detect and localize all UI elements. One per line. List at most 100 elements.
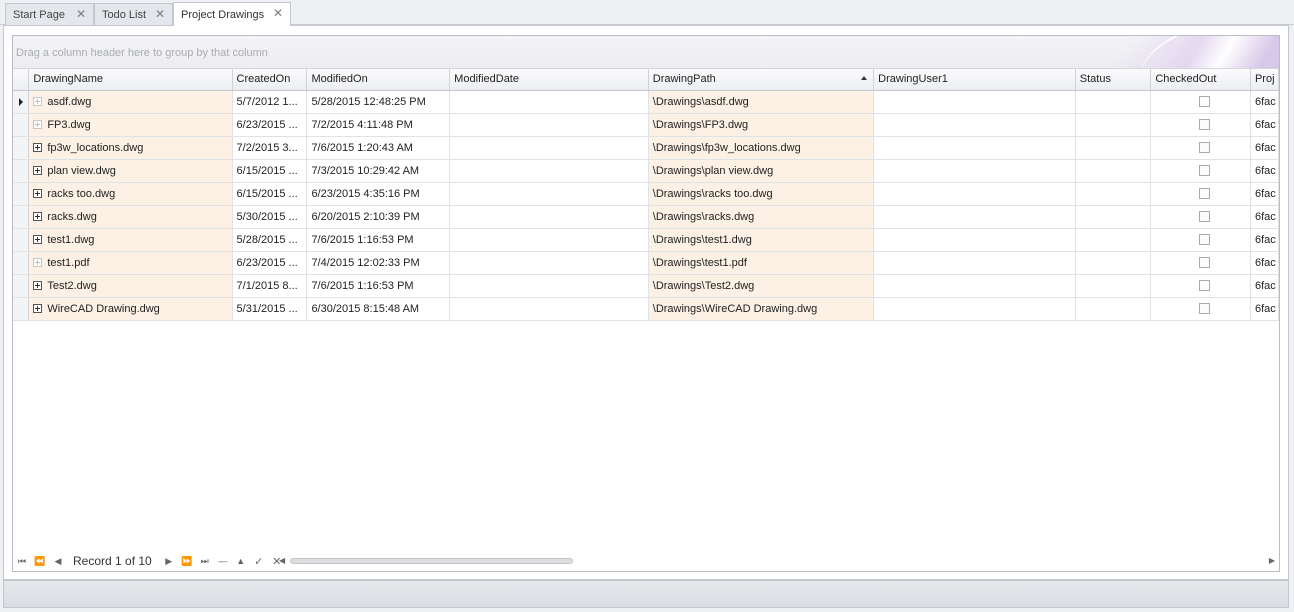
cell-status[interactable] <box>1075 251 1152 275</box>
cell-status[interactable] <box>1075 159 1152 183</box>
cell-modifiedon[interactable]: 7/6/2015 1:16:53 PM <box>306 228 451 252</box>
cell-drawingname[interactable]: test1.dwg <box>28 228 233 252</box>
cell-createdon[interactable]: 6/23/2015 ... <box>232 251 308 275</box>
next-record-icon[interactable]: ▶ <box>160 556 178 567</box>
tab-project-drawings[interactable]: Project Drawings ✕ <box>173 2 291 26</box>
row-indicator[interactable] <box>13 297 30 321</box>
checkbox[interactable] <box>1199 142 1211 153</box>
cell-proj[interactable]: 6fac <box>1250 136 1279 160</box>
cell-drawingname[interactable]: racks.dwg <box>28 205 233 229</box>
cell-createdon[interactable]: 5/31/2015 ... <box>232 297 308 321</box>
cell-drawinguser1[interactable] <box>873 297 1076 321</box>
checkbox[interactable] <box>1199 234 1211 245</box>
last-record-icon[interactable]: ⏭ <box>196 556 214 567</box>
cell-drawingname[interactable]: Test2.dwg <box>28 274 233 298</box>
cell-checkedout[interactable] <box>1150 90 1251 114</box>
checkbox[interactable] <box>1199 119 1211 130</box>
cell-createdon[interactable]: 6/15/2015 ... <box>232 182 308 206</box>
cell-checkedout[interactable] <box>1150 297 1251 321</box>
cell-drawingname[interactable]: racks too.dwg <box>28 182 233 206</box>
previous-page-icon[interactable]: ⏪ <box>31 556 49 567</box>
cell-drawingname[interactable]: plan view.dwg <box>28 159 233 183</box>
cell-createdon[interactable]: 6/23/2015 ... <box>232 113 308 137</box>
cell-modifiedon[interactable]: 7/2/2015 4:11:48 PM <box>306 113 451 137</box>
cell-drawinguser1[interactable] <box>873 159 1076 183</box>
cell-checkedout[interactable] <box>1150 274 1251 298</box>
table-row[interactable]: racks too.dwg 6/15/2015 ... 6/23/2015 4:35… <box>13 182 1279 206</box>
cell-drawingpath[interactable]: \Drawings\asdf.dwg <box>648 90 875 114</box>
table-row[interactable]: racks.dwg 5/30/2015 ... 6/20/2015 2:10:39 … <box>13 205 1279 229</box>
expand-icon[interactable] <box>33 211 43 221</box>
checkbox[interactable] <box>1199 280 1211 291</box>
row-indicator[interactable] <box>13 159 30 183</box>
next-page-icon[interactable]: ⏩ <box>178 556 196 567</box>
append-record-icon[interactable]: ▲ <box>232 556 250 566</box>
cell-drawinguser1[interactable] <box>873 136 1076 160</box>
first-record-icon[interactable]: ⏮ <box>13 556 31 567</box>
close-icon[interactable]: ✕ <box>155 8 165 20</box>
cell-proj[interactable]: 6fac <box>1250 297 1279 321</box>
cell-drawingname[interactable]: FP3.dwg <box>28 113 233 137</box>
cell-modifiedon[interactable]: 5/28/2015 12:48:25 PM <box>306 90 451 114</box>
cell-status[interactable] <box>1075 205 1152 229</box>
expand-icon[interactable] <box>33 280 43 290</box>
cell-createdon[interactable]: 6/15/2015 ... <box>232 159 308 183</box>
cell-modifieddate[interactable] <box>449 274 649 298</box>
cell-proj[interactable]: 6fac <box>1250 205 1279 229</box>
cell-status[interactable] <box>1075 136 1152 160</box>
column-header-createdon[interactable]: CreatedOn <box>232 69 308 91</box>
cell-modifiedon[interactable]: 7/6/2015 1:16:53 PM <box>306 274 451 298</box>
scroll-right-icon[interactable]: ▶ <box>1269 556 1275 565</box>
row-indicator[interactable] <box>13 274 30 298</box>
cell-proj[interactable]: 6fac <box>1250 228 1279 252</box>
cell-modifiedon[interactable]: 6/23/2015 4:35:16 PM <box>306 182 451 206</box>
cell-drawinguser1[interactable] <box>873 182 1076 206</box>
column-header-drawingname[interactable]: DrawingName <box>28 69 233 91</box>
expand-icon[interactable] <box>33 142 43 152</box>
cell-drawinguser1[interactable] <box>873 228 1076 252</box>
expand-icon[interactable] <box>33 234 43 244</box>
cell-status[interactable] <box>1075 182 1152 206</box>
cell-drawingname[interactable]: asdf.dwg <box>28 90 233 114</box>
cell-drawingpath[interactable]: \Drawings\FP3.dwg <box>648 113 875 137</box>
tab-start-page[interactable]: Start Page ✕ <box>5 3 94 25</box>
cell-drawingpath[interactable]: \Drawings\test1.dwg <box>648 228 875 252</box>
cell-modifieddate[interactable] <box>449 228 649 252</box>
cell-drawingpath[interactable]: \Drawings\Test2.dwg <box>648 274 875 298</box>
column-header-proj[interactable]: Proj <box>1250 69 1279 91</box>
cell-status[interactable] <box>1075 113 1152 137</box>
cell-proj[interactable]: 6fac <box>1250 113 1279 137</box>
cell-modifiedon[interactable]: 6/20/2015 2:10:39 PM <box>306 205 451 229</box>
cell-createdon[interactable]: 7/2/2015 3... <box>232 136 308 160</box>
cell-modifieddate[interactable] <box>449 182 649 206</box>
checkbox[interactable] <box>1199 303 1211 314</box>
cell-drawingpath[interactable]: \Drawings\WireCAD Drawing.dwg <box>648 297 875 321</box>
column-header-drawingpath[interactable]: DrawingPath <box>648 69 875 91</box>
cell-modifiedon[interactable]: 7/3/2015 10:29:42 AM <box>306 159 451 183</box>
table-row[interactable]: asdf.dwg 5/7/2012 1... 5/28/2015 12:48:25 … <box>13 90 1279 114</box>
cell-checkedout[interactable] <box>1150 136 1251 160</box>
table-row[interactable]: fp3w_locations.dwg 7/2/2015 3... 7/6/2015 … <box>13 136 1279 160</box>
cell-drawinguser1[interactable] <box>873 90 1076 114</box>
cell-modifieddate[interactable] <box>449 136 649 160</box>
cell-drawingname[interactable]: WireCAD Drawing.dwg <box>28 297 233 321</box>
row-indicator[interactable] <box>13 228 30 252</box>
cell-createdon[interactable]: 7/1/2015 8... <box>232 274 308 298</box>
checkbox[interactable] <box>1199 257 1211 268</box>
table-row[interactable]: Test2.dwg 7/1/2015 8... 7/6/2015 1:16:53 P… <box>13 274 1279 298</box>
cell-checkedout[interactable] <box>1150 182 1251 206</box>
scroll-thumb[interactable] <box>290 558 573 564</box>
close-icon[interactable]: ✕ <box>76 8 86 20</box>
cell-status[interactable] <box>1075 297 1152 321</box>
cell-drawinguser1[interactable] <box>873 205 1076 229</box>
cell-createdon[interactable]: 5/28/2015 ... <box>232 228 308 252</box>
cell-createdon[interactable]: 5/30/2015 ... <box>232 205 308 229</box>
row-indicator[interactable] <box>13 205 30 229</box>
scroll-left-icon[interactable]: ◀ <box>279 556 285 565</box>
tab-todo-list[interactable]: Todo List ✕ <box>94 3 173 25</box>
column-header-status[interactable]: Status <box>1075 69 1152 91</box>
expand-icon[interactable] <box>33 188 43 198</box>
delete-record-icon[interactable]: — <box>214 556 232 566</box>
cell-modifiedon[interactable]: 7/6/2015 1:20:43 AM <box>306 136 451 160</box>
checkbox[interactable] <box>1199 96 1211 107</box>
